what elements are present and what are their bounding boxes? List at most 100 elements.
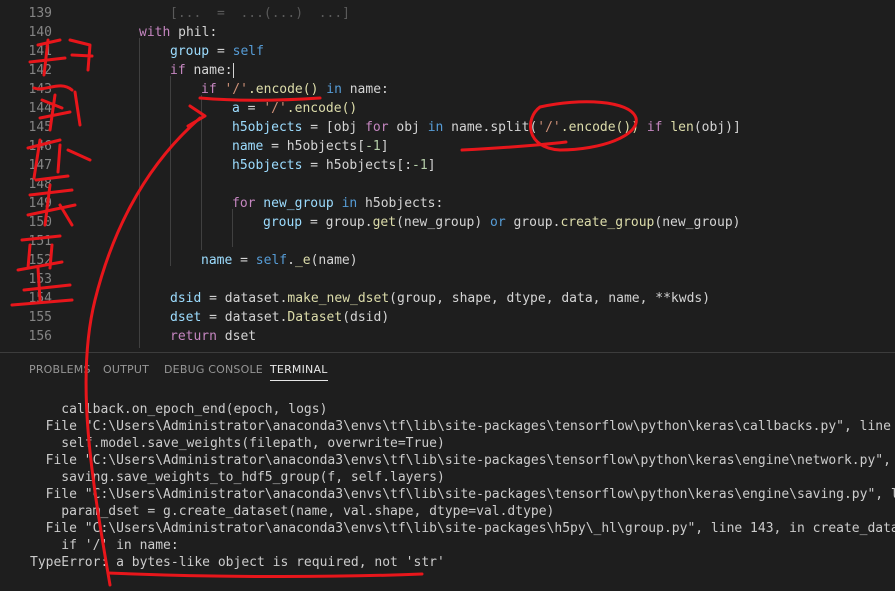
code-line-151[interactable]: 151 bbox=[0, 232, 895, 251]
code-text: if name: bbox=[170, 61, 234, 80]
keyword: if bbox=[170, 63, 186, 78]
line-number: 140 bbox=[28, 25, 52, 40]
line-number: 141 bbox=[28, 44, 52, 59]
code-text: for new_group in h5objects: bbox=[232, 194, 443, 213]
line-number: 146 bbox=[28, 139, 52, 154]
code-token: = bbox=[209, 44, 233, 59]
string-literal: '/' bbox=[224, 82, 248, 97]
code-token: = dataset. bbox=[201, 310, 288, 325]
code-text: a = '/'.encode() bbox=[232, 99, 357, 118]
code-token: create_group bbox=[560, 215, 655, 230]
code-text: with phil: bbox=[139, 23, 217, 42]
code-line-153[interactable]: 153 bbox=[0, 270, 895, 289]
code-token: = [obj bbox=[302, 120, 366, 135]
code-token: Dataset bbox=[287, 310, 343, 325]
line-number: 147 bbox=[28, 158, 52, 173]
string-literal: '/' bbox=[263, 101, 287, 116]
code-line-154[interactable]: 154 dsid = dataset.make_new_dset(group, … bbox=[0, 289, 895, 308]
line-number: 155 bbox=[28, 310, 52, 325]
tab-debug-console[interactable]: DEBUG CONSOLE bbox=[164, 363, 263, 376]
number-literal: -1 bbox=[412, 158, 428, 173]
terminal-line: File "C:\Users\Administrator\anaconda3\e… bbox=[45, 453, 891, 468]
code-line-147[interactable]: 147 h5objects = h5objects[:-1] bbox=[0, 156, 895, 175]
code-token: h5objects bbox=[232, 120, 303, 135]
keyword: or bbox=[490, 215, 506, 230]
code-token: (obj)] bbox=[693, 120, 741, 135]
code-line-150[interactable]: 150 group = group.get(new_group) or grou… bbox=[0, 213, 895, 232]
line-number: 145 bbox=[28, 120, 52, 135]
code-token: dsid bbox=[170, 291, 202, 306]
terminal-line: param_dset = g.create_dataset(name, val.… bbox=[30, 504, 555, 519]
code-text: name = h5objects[-1] bbox=[232, 137, 389, 156]
terminal-line: File "C:\Users\Administrator\anaconda3\e… bbox=[45, 419, 891, 434]
keyword: in bbox=[318, 82, 350, 97]
code-line-143[interactable]: 143 if '/'.encode() in name: bbox=[0, 80, 895, 99]
code-token: group bbox=[263, 215, 303, 230]
code-token: = group. bbox=[302, 215, 373, 230]
code-token: (new_group) bbox=[396, 215, 490, 230]
code-line-149[interactable]: 149 for new_group in h5objects: bbox=[0, 194, 895, 213]
code-token: = bbox=[239, 101, 264, 116]
code-token: name bbox=[232, 139, 264, 154]
code-line-148[interactable]: 148 bbox=[0, 175, 895, 194]
code-token: .encode()) bbox=[560, 120, 647, 135]
code-token: ] bbox=[427, 158, 436, 173]
code-line-155[interactable]: 155 dset = dataset.Dataset(dsid) bbox=[0, 308, 895, 327]
code-token: dset bbox=[170, 310, 202, 325]
code-line-146[interactable]: 146 name = h5objects[-1] bbox=[0, 137, 895, 156]
line-number: 139 bbox=[28, 6, 52, 21]
code-token: (name) bbox=[310, 253, 358, 268]
code-line-152[interactable]: 152 name = self._e(name) bbox=[0, 251, 895, 270]
code-token: = bbox=[232, 253, 256, 268]
line-number: 156 bbox=[28, 329, 52, 344]
code-line-142[interactable]: 142 if name: bbox=[0, 61, 895, 80]
tab-output[interactable]: OUTPUT bbox=[103, 363, 149, 376]
keyword: for bbox=[365, 120, 389, 135]
code-text: h5objects = h5objects[:-1] bbox=[232, 156, 436, 175]
keyword: with bbox=[139, 25, 171, 40]
line-number: 151 bbox=[28, 234, 52, 249]
code-token: (dsid) bbox=[342, 310, 390, 325]
keyword: in bbox=[427, 120, 444, 135]
code-token: . bbox=[287, 253, 295, 268]
code-token: = dataset. bbox=[201, 291, 288, 306]
tab-terminal[interactable]: TERMINAL bbox=[270, 363, 328, 381]
code-text-partial: [... = ...(...) ...] bbox=[170, 6, 351, 21]
line-number: 144 bbox=[28, 101, 52, 116]
line-number: 142 bbox=[28, 63, 52, 78]
keyword: return bbox=[170, 329, 217, 344]
panel-tabs: PROBLEMS OUTPUT DEBUG CONSOLE TERMINAL bbox=[0, 353, 895, 389]
code-token: self bbox=[232, 44, 264, 59]
code-token: a bbox=[232, 101, 240, 116]
code-text: group = group.get(new_group) or group.cr… bbox=[263, 213, 740, 232]
code-line-141[interactable]: 141 group = self bbox=[0, 42, 895, 61]
code-token: ] bbox=[380, 139, 389, 154]
code-token: group bbox=[170, 44, 210, 59]
code-token: name: bbox=[349, 82, 389, 97]
code-token: = h5objects[: bbox=[302, 158, 413, 173]
code-token: h5objects bbox=[232, 158, 303, 173]
code-token: self bbox=[255, 253, 288, 268]
code-token: (group, shape, dtype, data, name, **kwds… bbox=[389, 291, 711, 306]
line-number: 149 bbox=[28, 196, 52, 211]
line-number: 153 bbox=[28, 272, 52, 287]
code-token: phil: bbox=[170, 25, 218, 40]
code-line-156[interactable]: 156 return dset bbox=[0, 327, 895, 346]
tab-problems[interactable]: PROBLEMS bbox=[29, 363, 91, 376]
terminal-error-line: TypeError: a bytes-like object is requir… bbox=[30, 555, 445, 570]
code-editor[interactable]: 139 [... = ...(...) ...] 140 with phil: … bbox=[0, 0, 895, 352]
code-line-139[interactable]: 139 [... = ...(...) ...] bbox=[0, 4, 895, 23]
code-token: = h5objects[ bbox=[263, 139, 366, 154]
number-literal: -1 bbox=[365, 139, 381, 154]
code-line-140[interactable]: 140 with phil: bbox=[0, 23, 895, 42]
terminal-line: saving.save_weights_to_hdf5_group(f, sel… bbox=[30, 470, 445, 485]
text-cursor bbox=[232, 63, 234, 78]
keyword: in bbox=[341, 196, 358, 211]
terminal-line: File "C:\Users\Administrator\anaconda3\e… bbox=[45, 487, 895, 502]
code-token: dset bbox=[216, 329, 257, 344]
code-text: return dset bbox=[170, 327, 256, 346]
code-text: dset = dataset.Dataset(dsid) bbox=[170, 308, 389, 327]
code-line-145[interactable]: 145 h5objects = [obj for obj in name.spl… bbox=[0, 118, 895, 137]
code-line-144[interactable]: 144 a = '/'.encode() bbox=[0, 99, 895, 118]
string-literal: '/' bbox=[537, 120, 561, 135]
